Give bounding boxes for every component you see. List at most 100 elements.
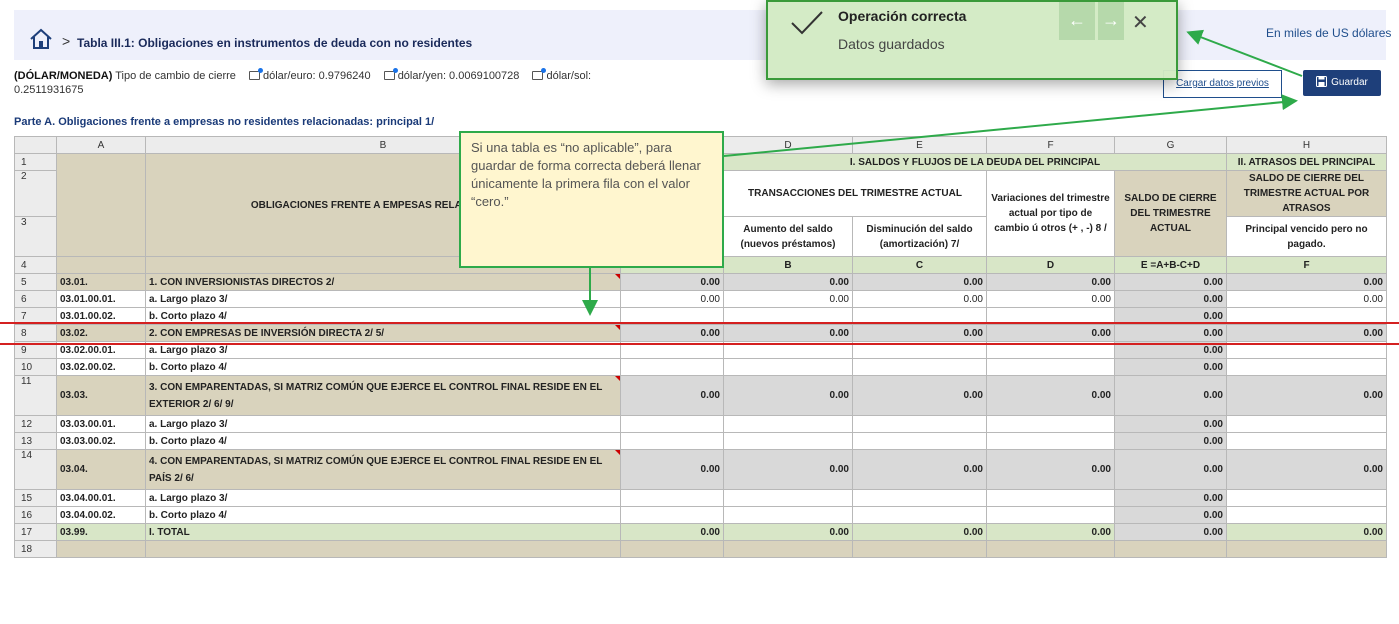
value-cell[interactable]	[620, 506, 724, 524]
header-saldo-cierre: SALDO DE CIERRE DEL TRIMESTRE ACTUAL	[1114, 170, 1227, 257]
value-cell[interactable]	[1226, 358, 1387, 376]
value-cell[interactable]: 0.00	[986, 290, 1115, 308]
value-cell[interactable]: 0.00	[986, 324, 1115, 342]
edit-rate-icon[interactable]	[248, 68, 263, 80]
value-cell[interactable]	[723, 489, 853, 507]
row-number: 14	[14, 449, 57, 490]
col-header[interactable]: E	[852, 136, 987, 154]
header-cell	[56, 153, 146, 257]
save-button[interactable]: Guardar	[1303, 70, 1381, 96]
value-cell[interactable]: 0.00	[852, 290, 987, 308]
value-cell	[986, 540, 1115, 558]
edit-rate-icon[interactable]	[532, 68, 547, 80]
toast-next-icon[interactable]: →	[1098, 2, 1124, 40]
rate-sol: dólar/sol:	[546, 70, 592, 82]
value-cell[interactable]: 0.00	[620, 375, 724, 416]
value-cell[interactable]: 0.00	[852, 324, 987, 342]
value-cell[interactable]	[986, 506, 1115, 524]
value-cell[interactable]: 0.00	[986, 375, 1115, 416]
row-description: b. Corto plazo 4/	[145, 358, 621, 376]
value-cell[interactable]	[852, 415, 987, 433]
table-row: 18	[14, 540, 1387, 558]
value-cell[interactable]	[620, 358, 724, 376]
header-bar	[14, 10, 1386, 60]
home-icon[interactable]	[29, 28, 53, 55]
value-cell: 0.00	[1114, 523, 1227, 541]
close-icon[interactable]: ✕	[1132, 10, 1149, 35]
value-cell[interactable]: 0.00	[723, 324, 853, 342]
row-number: 17	[14, 523, 57, 541]
value-cell[interactable]	[620, 415, 724, 433]
row-number: 16	[14, 506, 57, 524]
value-cell[interactable]: 0.00	[620, 290, 724, 308]
value-cell[interactable]: 0.00	[620, 324, 724, 342]
value-cell[interactable]	[620, 432, 724, 450]
table-row: 10 03.02.00.02. b. Corto plazo 4/0.00	[14, 358, 1387, 376]
value-cell[interactable]	[723, 506, 853, 524]
value-cell[interactable]	[986, 432, 1115, 450]
row-number: 11	[14, 375, 57, 416]
value-cell[interactable]	[723, 415, 853, 433]
load-previous-data-button[interactable]: Cargar datos previos	[1163, 70, 1282, 98]
value-cell[interactable]: 0.00	[723, 290, 853, 308]
value-cell[interactable]: 0.00	[852, 375, 987, 416]
value-cell[interactable]: 0.00	[620, 273, 724, 291]
value-cell[interactable]	[986, 415, 1115, 433]
toast-prev-icon[interactable]: ←	[1059, 2, 1095, 40]
col-header[interactable]: G	[1114, 136, 1227, 154]
value-cell[interactable]: 0.00	[723, 523, 853, 541]
value-cell[interactable]: 0.00	[852, 449, 987, 490]
success-toast: Operación correcta Datos guardados ← → ✕	[766, 0, 1178, 80]
value-cell[interactable]	[723, 358, 853, 376]
value-cell[interactable]	[986, 489, 1115, 507]
value-cell[interactable]: 0.00	[986, 449, 1115, 490]
value-cell[interactable]: 0.00	[620, 523, 724, 541]
value-cell[interactable]: 0.00	[1226, 523, 1387, 541]
value-cell[interactable]	[723, 432, 853, 450]
row-number: 8	[14, 324, 57, 342]
value-cell[interactable]	[1226, 415, 1387, 433]
info-callout: Si una tabla es “no aplicable”, para gua…	[459, 131, 724, 268]
value-cell	[852, 540, 987, 558]
value-cell[interactable]: 0.00	[723, 375, 853, 416]
value-cell[interactable]: 0.00	[986, 523, 1115, 541]
value-cell[interactable]	[852, 489, 987, 507]
value-cell[interactable]: 0.00	[1226, 290, 1387, 308]
row-code: 03.04.00.01.	[56, 489, 146, 507]
col-header[interactable]: F	[986, 136, 1115, 154]
value-cell[interactable]	[852, 358, 987, 376]
col-header[interactable]: H	[1226, 136, 1387, 154]
value-cell[interactable]	[620, 489, 724, 507]
value-cell[interactable]: 0.00	[723, 273, 853, 291]
value-cell[interactable]: 0.00	[852, 273, 987, 291]
value-cell[interactable]: 0.00	[723, 449, 853, 490]
rates-prefix: (DÓLAR/MONEDA)	[14, 70, 113, 82]
col-header[interactable]: A	[56, 136, 146, 154]
value-cell[interactable]: 0.00	[986, 273, 1115, 291]
value-cell[interactable]	[986, 358, 1115, 376]
header-letter: E =A+B-C+D	[1114, 256, 1227, 274]
value-cell[interactable]: 0.00	[620, 449, 724, 490]
row-number: 5	[14, 273, 57, 291]
col-header[interactable]: D	[723, 136, 853, 154]
row-code: 03.99.	[56, 523, 146, 541]
table-row: 5 03.01. 1. CON INVERSIONISTAS DIRECTOS 2/…	[14, 273, 1387, 291]
value-cell[interactable]	[1226, 432, 1387, 450]
row-code: 03.03.00.01.	[56, 415, 146, 433]
table-row: 17 03.99. I. TOTAL 0.00 0.00 0.00 0.00 0.00 0.00	[14, 523, 1387, 541]
highlight-line-bottom	[0, 343, 1399, 345]
value-cell[interactable]: 0.00	[1226, 273, 1387, 291]
value-cell[interactable]	[1226, 489, 1387, 507]
value-cell[interactable]: 0.00	[1226, 375, 1387, 416]
value-cell[interactable]: 0.00	[1226, 324, 1387, 342]
row-number: 18	[14, 540, 57, 558]
value-cell[interactable]: 0.00	[852, 523, 987, 541]
value-cell[interactable]	[1226, 506, 1387, 524]
breadcrumb-chevron-icon: >	[62, 33, 71, 49]
edit-rate-icon[interactable]	[383, 68, 398, 80]
table-row: 15 03.04.00.01. a. Largo plazo 3/0.00	[14, 489, 1387, 507]
value-cell[interactable]	[852, 506, 987, 524]
value-cell[interactable]	[852, 432, 987, 450]
header-letter: B	[723, 256, 853, 274]
value-cell[interactable]: 0.00	[1226, 449, 1387, 490]
